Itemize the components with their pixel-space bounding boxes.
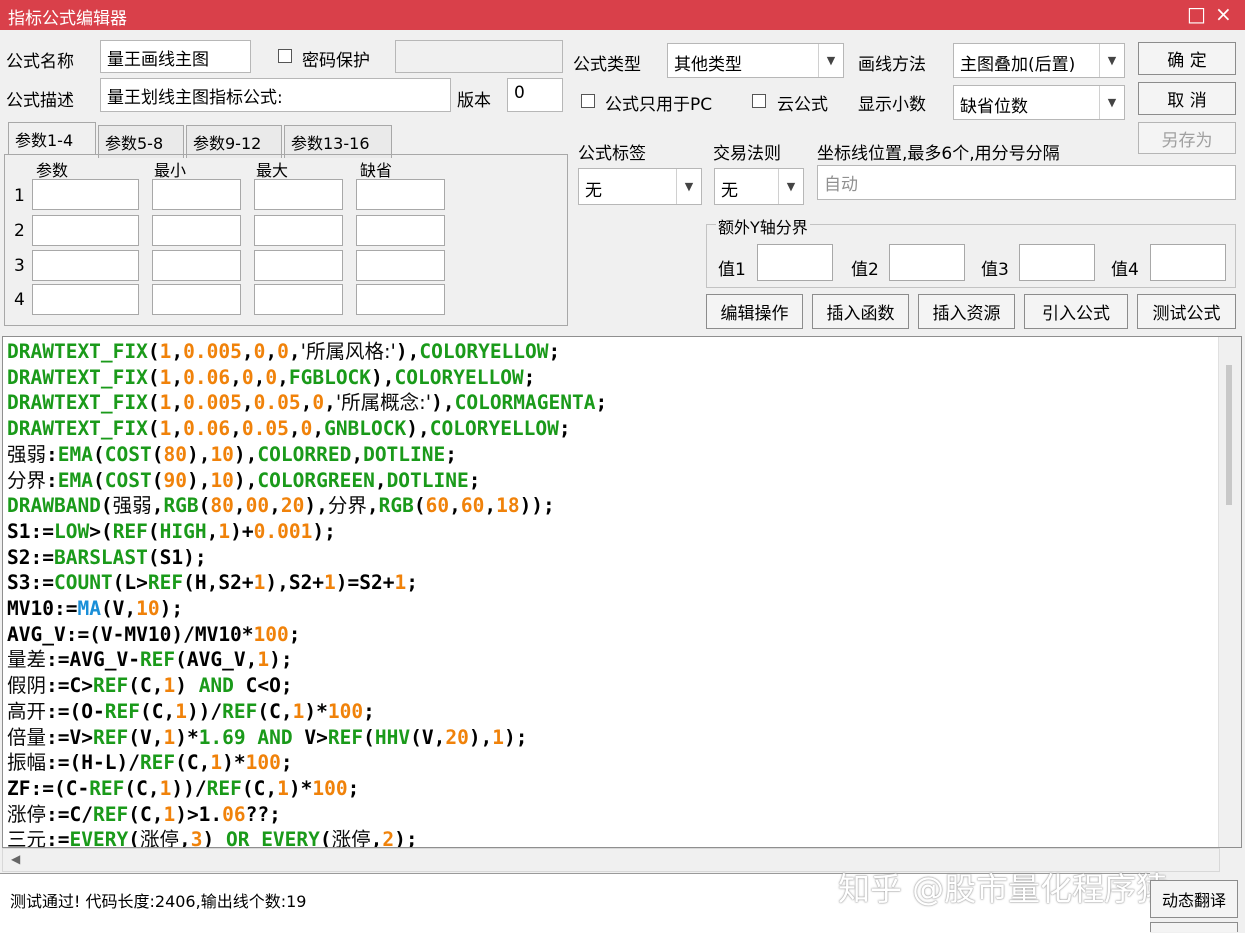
insert-function-button[interactable]: 插入函数	[812, 294, 909, 329]
coord-line-label: 坐标线位置,最多6个,用分号分隔	[817, 144, 1060, 164]
close-button[interactable]: ×	[1215, 2, 1232, 26]
cloud-label: 云公式	[777, 95, 828, 115]
param-row-label: 1	[14, 186, 25, 206]
formula-tag-value: 无	[585, 181, 602, 201]
extra-y-axis-label: 额外Y轴分界	[716, 214, 810, 238]
cancel-button[interactable]: 取 消	[1138, 82, 1236, 115]
decimals-label: 显示小数	[858, 95, 926, 115]
formula-type-label: 公式类型	[573, 55, 641, 75]
param-4-name[interactable]	[32, 284, 139, 315]
y-value-4-input[interactable]	[1150, 244, 1226, 281]
password-label: 密码保护	[302, 51, 370, 71]
pc-only-label: 公式只用于PC	[605, 95, 713, 115]
param-1-name[interactable]	[32, 179, 139, 210]
extra-button[interactable]	[1150, 922, 1238, 932]
trade-rule-value: 无	[721, 181, 738, 201]
y-value-4-label: 值4	[1111, 260, 1139, 280]
trade-rule-select[interactable]: 无 ▼	[714, 168, 804, 205]
formula-type-value: 其他类型	[674, 55, 742, 75]
cloud-checkbox[interactable]	[752, 94, 766, 108]
param-row-label: 4	[14, 290, 25, 310]
param-4-max[interactable]	[254, 284, 343, 315]
param-3-min[interactable]	[152, 250, 241, 281]
tab-params-1-4[interactable]: 参数1-4	[8, 122, 96, 155]
formula-tag-label: 公式标签	[578, 144, 646, 164]
draw-method-label: 画线方法	[858, 55, 926, 75]
param-1-default[interactable]	[356, 179, 445, 210]
y-value-2-input[interactable]	[889, 244, 965, 281]
coord-line-input[interactable]: 自动	[817, 165, 1236, 200]
param-2-max[interactable]	[254, 215, 343, 246]
decimals-value: 缺省位数	[960, 97, 1028, 117]
param-3-name[interactable]	[32, 250, 139, 281]
edit-ops-button[interactable]: 编辑操作	[706, 294, 803, 329]
version-label: 版本	[457, 91, 491, 111]
param-1-min[interactable]	[152, 179, 241, 210]
y-value-1-input[interactable]	[757, 244, 833, 281]
y-value-3-label: 值3	[981, 260, 1009, 280]
formula-type-select[interactable]: 其他类型 ▼	[667, 43, 844, 78]
chevron-down-icon[interactable]: ▼	[778, 169, 803, 204]
formula-name-input[interactable]: 量王画线主图	[100, 40, 251, 73]
chevron-down-icon[interactable]: ▼	[818, 44, 843, 77]
param-3-default[interactable]	[356, 250, 445, 281]
formula-code[interactable]: DRAWTEXT_FIX(1,0.005,0,0,'所属风格:'),COLORY…	[7, 339, 607, 847]
y-value-3-input[interactable]	[1019, 244, 1095, 281]
insert-resource-button[interactable]: 插入资源	[918, 294, 1015, 329]
ok-button[interactable]: 确 定	[1138, 42, 1236, 75]
formula-desc-input[interactable]: 量王划线主图指标公式:	[100, 78, 451, 112]
decimals-select[interactable]: 缺省位数 ▼	[953, 85, 1125, 120]
status-message: 测试通过! 代码长度:2406,输出线个数:19	[10, 892, 307, 911]
chevron-down-icon[interactable]: ▼	[676, 169, 701, 204]
title-bar: 指标公式编辑器 □ ×	[0, 0, 1245, 30]
param-header-max: 最大	[256, 161, 289, 180]
param-3-max[interactable]	[254, 250, 343, 281]
arrow-left-icon[interactable]: ◀	[11, 852, 20, 866]
formula-desc-label: 公式描述	[6, 91, 74, 111]
dynamic-translate-button[interactable]: 动态翻译	[1150, 880, 1238, 918]
trade-rule-label: 交易法则	[713, 144, 781, 164]
y-value-1-label: 值1	[718, 260, 746, 280]
param-row-label: 3	[14, 256, 25, 276]
password-checkbox[interactable]	[278, 49, 292, 63]
param-4-default[interactable]	[356, 284, 445, 315]
formula-name-label: 公式名称	[6, 52, 74, 72]
param-1-max[interactable]	[254, 179, 343, 210]
watermark-text: 知乎 @股市量化程序猿	[838, 870, 1169, 908]
param-header-default: 缺省	[360, 161, 393, 180]
maximize-button[interactable]: □	[1187, 2, 1206, 26]
window-title: 指标公式编辑器	[8, 9, 127, 29]
draw-method-value: 主图叠加(后置)	[960, 55, 1076, 75]
vertical-scrollbar[interactable]	[1218, 337, 1241, 847]
param-row-label: 2	[14, 221, 25, 241]
param-2-default[interactable]	[356, 215, 445, 246]
pc-only-checkbox[interactable]	[581, 94, 595, 108]
param-header-name: 参数	[36, 161, 69, 180]
chevron-down-icon[interactable]: ▼	[1099, 44, 1124, 77]
param-4-min[interactable]	[152, 284, 241, 315]
chevron-down-icon[interactable]: ▼	[1099, 86, 1124, 119]
param-2-min[interactable]	[152, 215, 241, 246]
y-value-2-label: 值2	[851, 260, 879, 280]
version-input[interactable]: 0	[507, 78, 563, 112]
save-as-button[interactable]: 另存为	[1138, 122, 1236, 154]
test-formula-button[interactable]: 测试公式	[1137, 294, 1236, 329]
import-formula-button[interactable]: 引入公式	[1024, 294, 1128, 329]
draw-method-select[interactable]: 主图叠加(后置) ▼	[953, 43, 1125, 78]
param-header-min: 最小	[154, 161, 187, 180]
password-input[interactable]	[395, 40, 563, 73]
formula-tag-select[interactable]: 无 ▼	[578, 168, 702, 205]
scroll-thumb[interactable]	[1226, 365, 1232, 505]
param-2-name[interactable]	[32, 215, 139, 246]
code-editor[interactable]: DRAWTEXT_FIX(1,0.005,0,0,'所属风格:'),COLORY…	[2, 336, 1242, 848]
